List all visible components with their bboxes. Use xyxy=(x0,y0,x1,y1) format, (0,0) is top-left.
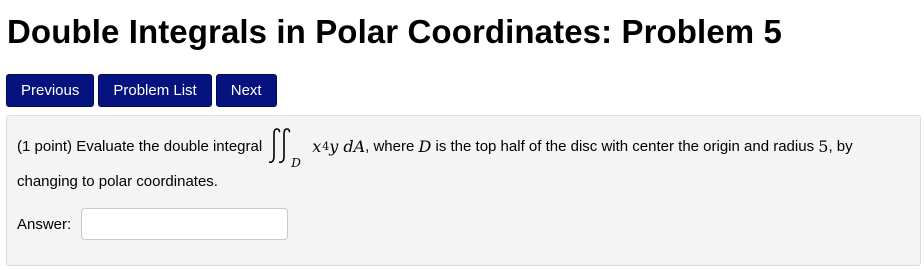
problem-statement-line1: (1 point) Evaluate the double integral D… xyxy=(17,128,853,170)
points-label: (1 point) xyxy=(17,138,73,155)
radius-value: 5 xyxy=(818,137,829,156)
problem-list-button[interactable]: Problem List xyxy=(98,74,212,107)
next-button[interactable]: Next xyxy=(215,74,277,107)
problem-statement-line2: changing to polar coordinates. xyxy=(17,173,218,190)
integrand-rest: y dA xyxy=(329,137,366,156)
region-description: is the top half of the disc with center … xyxy=(435,138,815,155)
previous-button[interactable]: Previous xyxy=(6,74,95,107)
page-title: Double Integrals in Polar Coordinates: P… xyxy=(7,13,782,50)
answer-label: Answer: xyxy=(17,215,72,233)
double-integral-icon: D xyxy=(268,128,308,170)
text-where: , where xyxy=(365,138,415,155)
text-by: , by xyxy=(828,138,853,155)
answer-input[interactable] xyxy=(81,208,289,240)
problem-panel: (1 point) Evaluate the double integral D… xyxy=(6,115,921,266)
integral-region-subscript: D xyxy=(291,156,301,170)
answer-row: Answer: xyxy=(17,208,289,240)
problem-intro-text: Evaluate the double integral xyxy=(76,138,263,155)
problem-navigation: Previous Problem List Next xyxy=(6,74,277,107)
region-name: D xyxy=(418,137,432,156)
integrand-base: x xyxy=(312,137,322,156)
